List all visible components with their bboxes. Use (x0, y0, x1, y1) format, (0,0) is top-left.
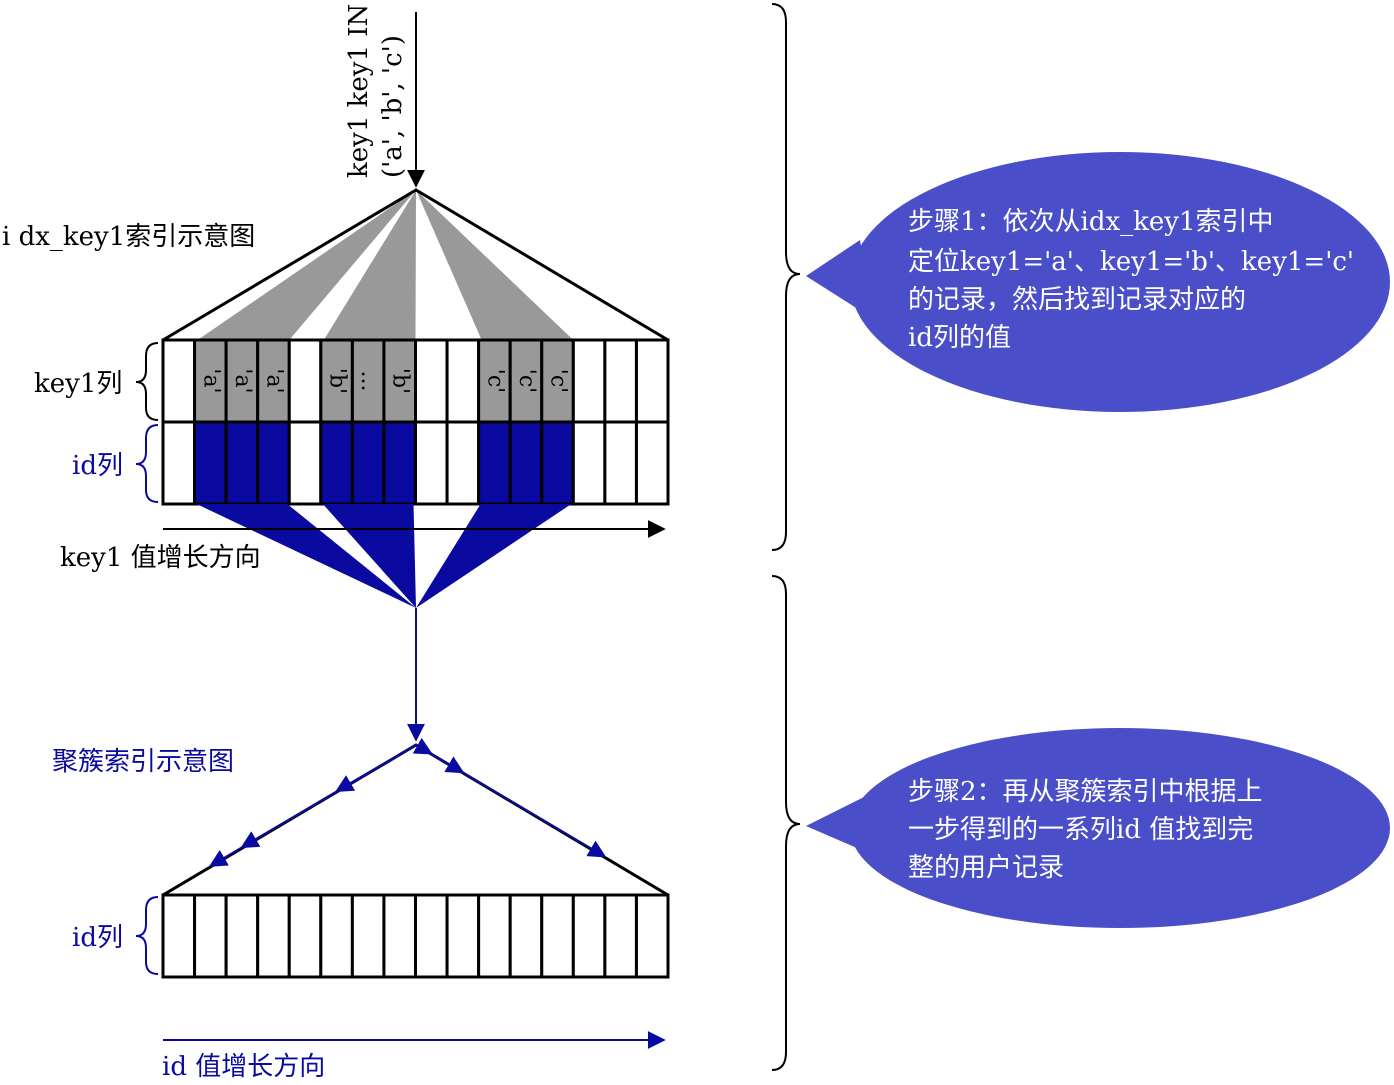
id-cell (571, 420, 607, 506)
id-cell (161, 420, 197, 506)
id-cell (382, 420, 417, 506)
id-cell (603, 420, 638, 506)
id-direction-label: id 值增长方向 (162, 1052, 325, 1082)
id-cell (256, 420, 291, 506)
key1-cell-value: 'a' (261, 368, 286, 393)
key1-cell-value: 'c' (482, 369, 507, 393)
clustered-id-cell (319, 893, 354, 979)
clustered-id-cell (445, 893, 481, 979)
id-cell (350, 420, 386, 506)
clustered-id-cell (477, 893, 512, 979)
clustered-id-cell (571, 893, 607, 979)
clustered-id-cell (256, 893, 291, 979)
step2-brace (771, 575, 801, 1071)
id-column-row (161, 420, 670, 506)
step1-bubble: 步骤1：依次从idx_key1索引中 定位key1='a'、key1='b'、k… (806, 152, 1390, 412)
secondary-index-fans (197, 190, 574, 340)
id-column-label: id列 (72, 451, 123, 481)
clustered-id-cell (414, 893, 449, 979)
step1-line-4: id列的值 (908, 323, 1011, 353)
key1-cell-value: 'c' (514, 369, 539, 393)
id-range-fan-2 (416, 504, 572, 608)
clustered-pointer-arrow (335, 744, 417, 792)
clustered-index-title: 聚簇索引示意图 (52, 747, 234, 777)
step2-line-1: 步骤2：再从聚簇索引中根据上 (908, 777, 1263, 807)
key1-cell-value: 'b' (325, 368, 350, 394)
query-line-2: ('a', 'b', 'c') (378, 35, 408, 178)
step2-line-2: 一步得到的一系列id 值找到完 (908, 815, 1253, 845)
id-cell (477, 420, 512, 506)
clustered-id-row (161, 893, 670, 979)
key1-cell (414, 338, 449, 424)
key1-cell (571, 338, 607, 424)
id-cell (414, 420, 449, 506)
step2-line-3: 整的用户记录 (908, 853, 1064, 883)
step1-line-2: 定位key1='a'、key1='b'、key1='c' (908, 247, 1354, 277)
key1-cell (445, 338, 481, 424)
key1-direction-label: key1 值增长方向 (60, 543, 261, 573)
id-cell (540, 420, 575, 506)
clustered-id-cell (350, 893, 386, 979)
id-cell (193, 420, 228, 506)
id-row-bracket (135, 424, 159, 503)
key1-cell (161, 338, 197, 424)
id-cell (508, 420, 544, 506)
key-range-fan-2 (416, 190, 574, 340)
step2-bubble: 步骤2：再从聚簇索引中根据上 一步得到的一系列id 值找到完 整的用户记录 (806, 728, 1390, 928)
id-cell (445, 420, 481, 506)
key1-cell-value: 'a' (230, 368, 255, 393)
clustered-index-pointers (208, 737, 607, 867)
key1-cell (287, 338, 323, 424)
key1-cell (603, 338, 638, 424)
key1-cell (634, 338, 670, 424)
id-cell (287, 420, 323, 506)
clustered-id-cell (193, 893, 228, 979)
diagram-canvas: key1 key1 IN ('a', 'b', 'c') i dx_key1索引… (0, 0, 1394, 1085)
clustered-id-cell (382, 893, 417, 979)
clustered-id-bracket (135, 896, 159, 975)
step1-line-1: 步骤1：依次从idx_key1索引中 (908, 207, 1274, 237)
secondary-index-title: i dx_key1索引示意图 (2, 222, 255, 252)
key1-cell-value: 'a' (198, 368, 223, 393)
step1-brace (771, 3, 801, 551)
clustered-id-cell (287, 893, 323, 979)
clustered-id-cell (540, 893, 575, 979)
clustered-id-cell (603, 893, 638, 979)
key1-column-label: key1列 (34, 369, 122, 399)
clustered-id-cell (508, 893, 544, 979)
key1-cell-value: 'b' (388, 368, 413, 394)
clustered-id-cell (161, 893, 197, 979)
index-lookup-diagram: key1 key1 IN ('a', 'b', 'c') i dx_key1索引… (2, 3, 1390, 1082)
query-text: key1 key1 IN ('a', 'b', 'c') (344, 4, 408, 178)
step1-line-3: 的记录，然后找到记录对应的 (908, 285, 1246, 315)
clustered-id-cell (224, 893, 260, 979)
id-cell (319, 420, 354, 506)
clustered-id-column-label: id列 (72, 923, 123, 953)
clustered-pointer-arrow (415, 744, 607, 858)
clustered-id-cell (634, 893, 670, 979)
id-cell (634, 420, 670, 506)
id-cell (224, 420, 260, 506)
query-line-1: key1 key1 IN (344, 4, 374, 178)
key1-cell-value: ... (356, 371, 381, 392)
key1-row-bracket (135, 342, 159, 421)
key1-cell-value: 'c' (546, 369, 571, 393)
clustered-index-tree-outline (162, 743, 669, 897)
